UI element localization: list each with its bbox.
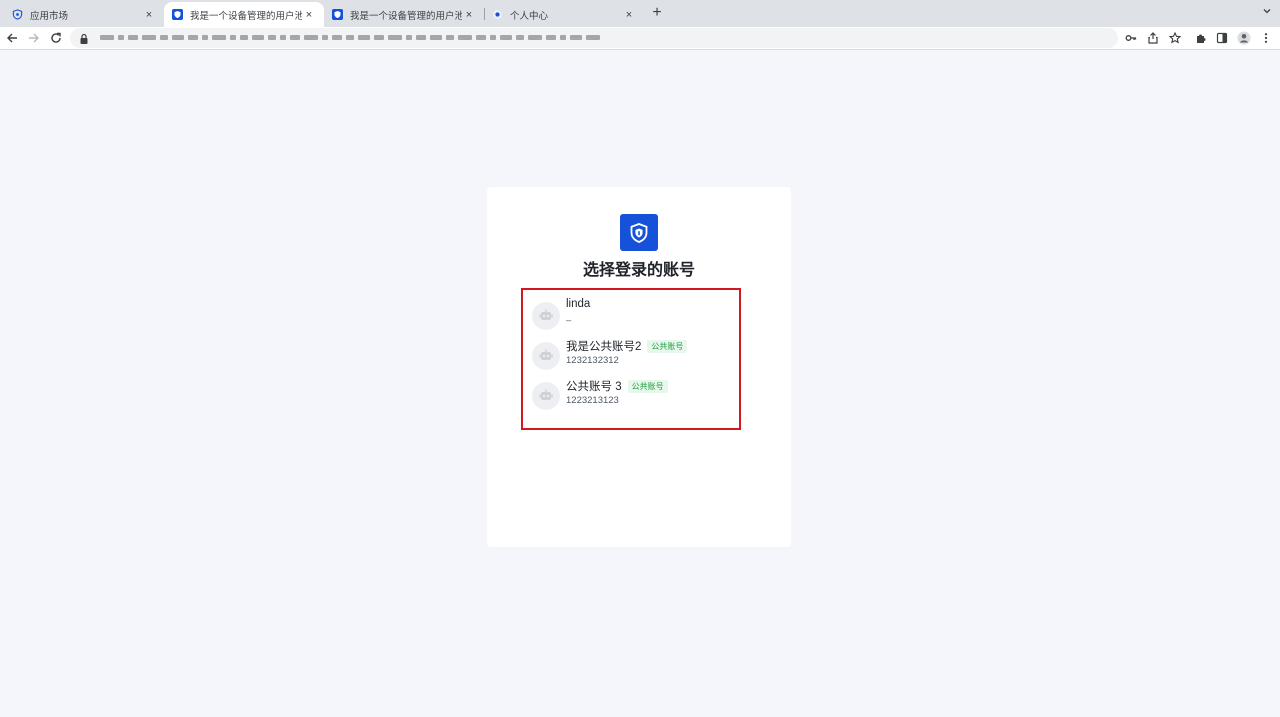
tab-title: 应用市场 [30,10,69,22]
shield-favicon-icon [172,9,183,20]
profile-avatar-icon[interactable] [1236,30,1252,46]
account-item[interactable]: 公共账号 3 公共账号 1223213123 [532,378,742,414]
share-icon[interactable] [1146,31,1160,45]
url-text-obscured [100,35,600,40]
side-panel-icon[interactable] [1214,30,1230,46]
page-title: 选择登录的账号 [582,262,695,279]
close-icon[interactable]: × [302,8,316,22]
browser-toolbar [0,27,1280,50]
tab-title: 我是一个设备管理的用户池 [190,10,302,22]
bookmark-star-icon[interactable] [1168,31,1182,45]
tab-user-pool[interactable]: 我是一个设备管理的用户池 × [324,2,484,27]
account-name: 我是公共账号2 公共账号 [566,338,688,354]
tab-title: 个人中心 [510,10,549,22]
tab-title: 我是一个设备管理的用户池 [350,10,462,22]
close-icon[interactable]: × [142,8,156,22]
account-name-text: 公共账号 3 [566,381,622,393]
account-item[interactable]: linda – [532,298,742,334]
shield-icon [620,214,658,251]
account-id: 1232132312 [566,355,619,366]
account-name-text: linda [566,298,591,310]
circle-favicon-icon [492,9,503,20]
close-icon[interactable]: × [462,8,476,22]
account-name-text: 我是公共账号2 [566,341,642,353]
reload-icon[interactable] [48,30,64,46]
account-select-card: 选择登录的账号 linda – 我是公共账号2 公共账号 1232132312 公… [487,187,791,547]
shield-favicon-icon [12,9,23,20]
tab-personal-center[interactable]: 个人中心 × [484,2,644,27]
public-account-badge: 公共账号 [647,339,688,353]
extensions-puzzle-icon[interactable] [1193,30,1209,46]
account-name: 公共账号 3 公共账号 [566,378,668,394]
account-name: linda [566,298,590,310]
account-id: – [566,315,572,326]
key-icon[interactable] [1124,31,1138,45]
new-tab-button[interactable]: + [648,4,666,22]
more-menu-icon[interactable] [1258,30,1274,46]
browser-tab-strip: 应用市场 × 我是一个设备管理的用户池 × 我是一个设备管理的用户池 × 个人中… [0,0,1280,27]
robot-avatar-icon [532,302,560,330]
tab-search-chevron-icon[interactable] [1262,6,1272,19]
tab-user-pool-active[interactable]: 我是一个设备管理的用户池 × [164,2,324,27]
robot-avatar-icon [532,342,560,370]
shield-favicon-icon [332,9,343,20]
robot-avatar-icon [532,382,560,410]
close-icon[interactable]: × [622,8,636,22]
account-id: 1223213123 [566,395,619,406]
address-bar[interactable] [70,28,1181,48]
public-account-badge: 公共账号 [627,379,668,393]
tab-app-market[interactable]: 应用市场 × [4,2,164,27]
back-arrow-icon[interactable] [4,30,20,46]
forward-arrow-icon[interactable] [26,30,42,46]
lock-icon[interactable] [79,32,89,44]
account-item[interactable]: 我是公共账号2 公共账号 1232132312 [532,338,742,374]
